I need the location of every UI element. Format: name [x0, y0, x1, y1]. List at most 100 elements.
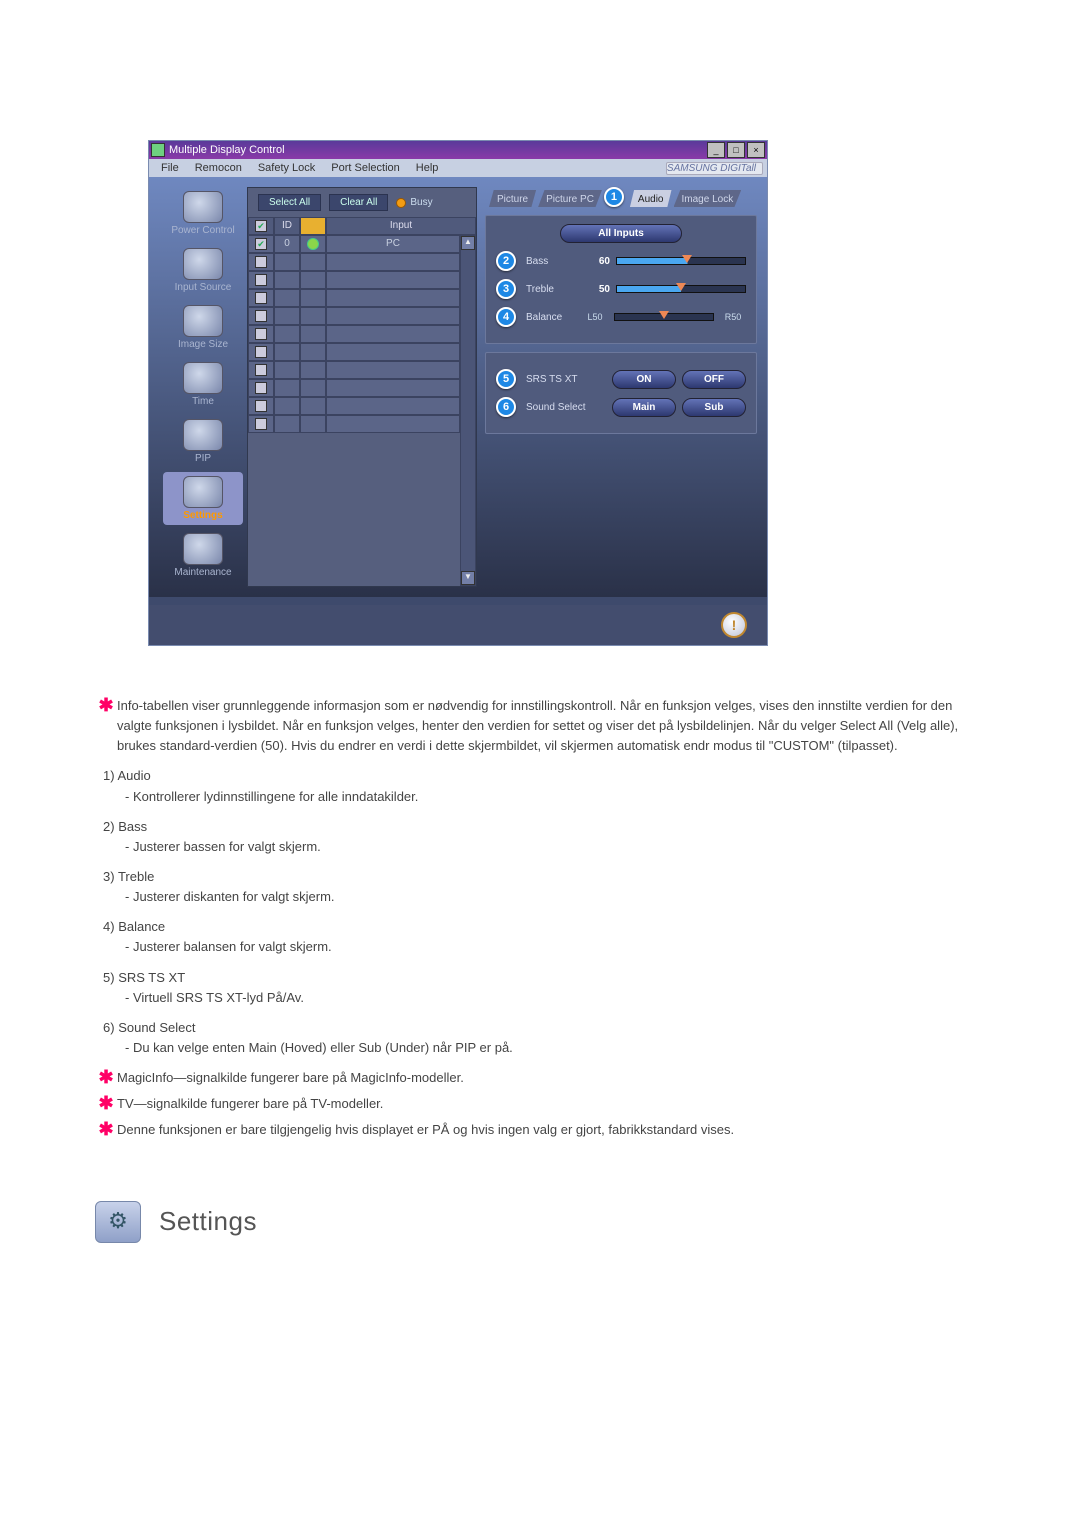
list-item: 1) Audio - Kontrollerer lydinnstillingen…	[103, 766, 985, 806]
header-checkbox[interactable]	[255, 220, 267, 232]
bass-slider[interactable]	[616, 257, 746, 265]
row-checkbox[interactable]	[255, 346, 267, 358]
menubar: File Remocon Safety Lock Port Selection …	[149, 159, 767, 177]
all-inputs-button[interactable]: All Inputs	[560, 224, 682, 243]
app-icon	[151, 143, 165, 157]
list-item: 3) Treble - Justerer diskanten for valgt…	[103, 867, 985, 907]
sidebar-item-power-control[interactable]: Power Control	[163, 187, 243, 240]
sidebar-item-settings[interactable]: Settings	[163, 472, 243, 525]
list-item: 2) Bass - Justerer bassen for valgt skje…	[103, 817, 985, 857]
srs-label: SRS TS XT	[526, 374, 606, 385]
note-intro: ✱ Info-tabellen viser grunnleggende info…	[95, 696, 985, 756]
row-checkbox[interactable]	[255, 328, 267, 340]
row-checkbox[interactable]	[255, 400, 267, 412]
menu-port-selection[interactable]: Port Selection	[323, 160, 407, 176]
app-title: Multiple Display Control	[169, 144, 705, 156]
table-row[interactable]	[248, 289, 460, 307]
table-row[interactable]	[248, 253, 460, 271]
maximize-button[interactable]: □	[727, 142, 745, 158]
sidebar-item-image-size[interactable]: Image Size	[163, 301, 243, 354]
sound-main-button[interactable]: Main	[612, 398, 676, 417]
tab-audio[interactable]: Audio	[630, 190, 672, 207]
item-title: SRS TS XT	[118, 970, 185, 985]
list-item: 5) SRS TS XT - Virtuell SRS TS XT-lyd På…	[103, 968, 985, 1008]
busy-indicator: Busy	[396, 197, 432, 208]
tab-picture[interactable]: Picture	[489, 190, 536, 207]
star-icon: ✱	[95, 1094, 117, 1112]
clear-all-button[interactable]: Clear All	[329, 194, 388, 211]
balance-slider[interactable]	[614, 313, 714, 321]
tab-image-lock[interactable]: Image Lock	[674, 190, 742, 207]
item-desc: - Justerer bassen for valgt skjerm.	[125, 837, 985, 857]
star-icon: ✱	[95, 1068, 117, 1086]
badge-4: 4	[496, 307, 516, 327]
table-row[interactable]	[248, 271, 460, 289]
item-title: Audio	[117, 768, 150, 783]
srs-off-button[interactable]: OFF	[682, 370, 746, 389]
settings-tabs: Picture Picture PC 1 Audio Image Lock	[489, 187, 757, 207]
row-input: PC	[326, 235, 460, 253]
table-row[interactable]	[248, 343, 460, 361]
minimize-button[interactable]: _	[707, 142, 725, 158]
close-button[interactable]: ×	[747, 142, 765, 158]
row-treble: 3 Treble 50	[496, 279, 746, 299]
sound-sub-button[interactable]: Sub	[682, 398, 746, 417]
menu-file[interactable]: File	[153, 160, 187, 176]
row-checkbox[interactable]	[255, 238, 267, 250]
row-checkbox[interactable]	[255, 274, 267, 286]
sidebar-item-pip[interactable]: PIP	[163, 415, 243, 468]
table-row[interactable]	[248, 307, 460, 325]
row-checkbox[interactable]	[255, 292, 267, 304]
table-row[interactable]	[248, 415, 460, 433]
item-title: Treble	[118, 869, 154, 884]
row-checkbox[interactable]	[255, 310, 267, 322]
settings-section-icon: ⚙	[95, 1201, 141, 1243]
slider-thumb-icon[interactable]	[676, 283, 686, 291]
busy-icon	[396, 198, 406, 208]
table-row[interactable]	[248, 325, 460, 343]
audio-sliders-panel: All Inputs 2 Bass 60 3 Treble 50	[485, 215, 757, 344]
row-checkbox[interactable]	[255, 382, 267, 394]
item-desc: - Virtuell SRS TS XT-lyd På/Av.	[125, 988, 985, 1008]
srs-on-button[interactable]: ON	[612, 370, 676, 389]
menu-help[interactable]: Help	[408, 160, 447, 176]
table-row[interactable]	[248, 379, 460, 397]
row-bass: 2 Bass 60	[496, 251, 746, 271]
sidebar-item-label: Power Control	[171, 225, 234, 236]
list-scrollbar[interactable]: ▲ ▼	[460, 235, 476, 586]
badge-1: 1	[604, 187, 624, 207]
sidebar-item-input-source[interactable]: Input Source	[163, 244, 243, 297]
item-desc: - Justerer balansen for valgt skjerm.	[125, 937, 985, 957]
table-row[interactable]	[248, 361, 460, 379]
row-checkbox[interactable]	[255, 364, 267, 376]
bass-value: 60	[582, 256, 610, 267]
item-title: Sound Select	[118, 1020, 195, 1035]
table-row[interactable]: 0 PC	[248, 235, 460, 253]
scroll-down-icon[interactable]: ▼	[461, 571, 475, 585]
scroll-up-icon[interactable]: ▲	[461, 236, 475, 250]
slider-thumb-icon[interactable]	[659, 311, 669, 319]
time-icon	[183, 362, 223, 394]
select-all-button[interactable]: Select All	[258, 194, 321, 211]
col-status	[300, 217, 326, 235]
numbered-list: 1) Audio - Kontrollerer lydinnstillingen…	[103, 766, 985, 1058]
menu-safety-lock[interactable]: Safety Lock	[250, 160, 323, 176]
pip-icon	[183, 419, 223, 451]
item-number: 5)	[103, 968, 115, 988]
table-row[interactable]	[248, 397, 460, 415]
tab-picture-pc[interactable]: Picture PC	[538, 190, 602, 207]
treble-slider[interactable]	[616, 285, 746, 293]
list-item: 6) Sound Select - Du kan velge enten Mai…	[103, 1018, 985, 1058]
list-header: ID Input	[248, 217, 476, 235]
sidebar-item-maintenance[interactable]: Maintenance	[163, 529, 243, 582]
item-desc: - Kontrollerer lydinnstillingene for all…	[125, 787, 985, 807]
slider-thumb-icon[interactable]	[682, 255, 692, 263]
balance-label: Balance	[526, 312, 576, 323]
row-srs: 5 SRS TS XT ON OFF	[496, 369, 746, 389]
row-checkbox[interactable]	[255, 418, 267, 430]
item-number: 6)	[103, 1018, 115, 1038]
row-checkbox[interactable]	[255, 256, 267, 268]
item-number: 1)	[103, 766, 115, 786]
menu-remocon[interactable]: Remocon	[187, 160, 250, 176]
sidebar-item-time[interactable]: Time	[163, 358, 243, 411]
